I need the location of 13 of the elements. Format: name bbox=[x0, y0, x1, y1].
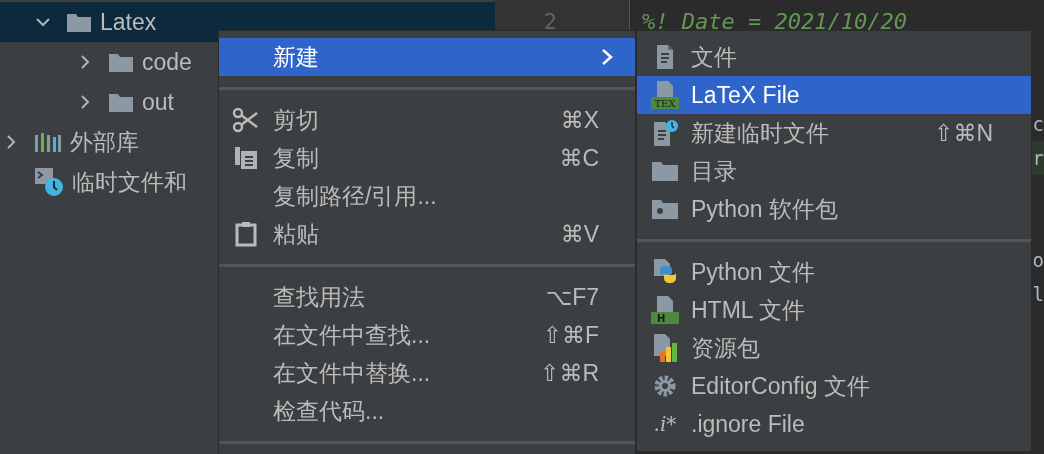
shortcut-label: ⇧⌘R bbox=[540, 358, 599, 388]
code-fragment: l bbox=[1032, 282, 1044, 307]
code-fragment: r bbox=[1032, 146, 1044, 171]
shortcut-label: ⌘V bbox=[560, 219, 599, 249]
code-line: %! Date = 2021/10/20 bbox=[641, 8, 908, 36]
shortcut-label: ⌘X bbox=[560, 105, 599, 135]
code-fragment: o bbox=[1032, 248, 1044, 273]
code-fragment: c bbox=[1032, 112, 1044, 137]
shortcut-label: ⇧⌘N bbox=[934, 118, 993, 148]
shortcut-label: ⌥F7 bbox=[545, 282, 599, 312]
ignore-file-icon: .i* bbox=[653, 409, 677, 439]
shortcut-label: ⇧⌘F bbox=[542, 320, 599, 350]
shortcut-label: ⌘C bbox=[559, 143, 599, 173]
